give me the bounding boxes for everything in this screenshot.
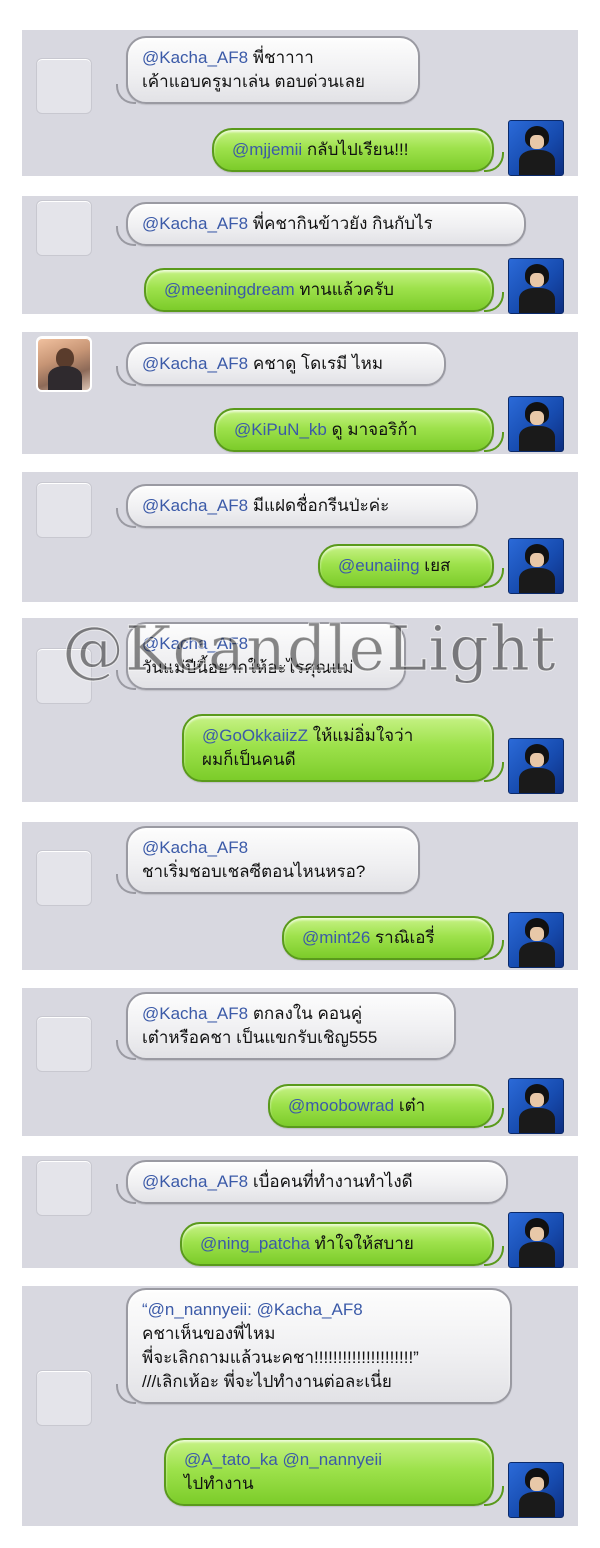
reply-text-line2: ผมก็เป็นคนดี — [202, 750, 296, 769]
question-bubble: @Kacha_AF8 เบื่อคนที่ทำงานทำไงดี — [116, 1160, 508, 1204]
conversation-panel-6: @Kacha_AF8 ชาเริ่มชอบเชลซีตอนไหนหรอ? @mi… — [22, 822, 578, 970]
kacha-avatar — [508, 1212, 564, 1268]
mention[interactable]: @mint26 — [302, 928, 370, 947]
sender-avatar-placeholder — [36, 58, 92, 114]
question-text-line4: ///เลิกเห้อะ พี่จะไปทำงานต่อละเนี่ย — [142, 1372, 392, 1391]
mention[interactable]: @GoOkkaiizZ — [202, 726, 308, 745]
question-text: เบื่อคนที่ทำงานทำไงดี — [252, 1172, 413, 1191]
reply-text: ทำใจให้สบาย — [314, 1234, 414, 1253]
sender-avatar-placeholder — [36, 482, 92, 538]
question-bubble: @Kacha_AF8 พี่คชากินข้าวยัง กินกับไร — [116, 202, 526, 246]
reply-bubble: @mint26 ราณิเอรี่ — [282, 916, 504, 960]
question-bubble: @Kacha_AF8 วันแม่ปีนี้อยากให้อะไรคุณแม่ — [116, 622, 406, 690]
kacha-avatar — [508, 738, 564, 794]
question-text: ตกลงใน คอนคู่ — [252, 1004, 363, 1023]
sender-avatar-placeholder — [36, 1160, 92, 1216]
sender-avatar-placeholder — [36, 1370, 92, 1426]
mention[interactable]: @Kacha_AF8 — [142, 1172, 248, 1191]
kacha-avatar — [508, 396, 564, 452]
reply-text: ทานแล้วครับ — [299, 280, 394, 299]
mention[interactable]: @ning_patcha — [200, 1234, 310, 1253]
kacha-avatar — [508, 1462, 564, 1518]
question-text-line2: เค้าแอบครูมาเล่น ตอบด่วนเลย — [142, 72, 365, 91]
sender-avatar-placeholder — [36, 200, 92, 256]
mention[interactable]: @Kacha_AF8 — [142, 48, 248, 67]
mention[interactable]: @Kacha_AF8 — [142, 214, 248, 233]
conversation-panel-8: @Kacha_AF8 เบื่อคนที่ทำงานทำไงดี @ning_p… — [22, 1156, 578, 1268]
mention[interactable]: @Kacha_AF8 — [142, 634, 248, 653]
conversation-panel-3: @Kacha_AF8 คชาดู โดเรมี ไหม @KiPuN_kb ดู… — [22, 332, 578, 454]
kacha-avatar — [508, 1078, 564, 1134]
sender-avatar-placeholder — [36, 648, 92, 704]
mention[interactable]: @Kacha_AF8 — [142, 496, 248, 515]
reply-bubble: @mjjemii กลับไปเรียน!!! — [212, 128, 504, 172]
question-bubble: @Kacha_AF8 คชาดู โดเรมี ไหม — [116, 342, 446, 386]
question-text: พี่ชาาาา — [252, 48, 314, 67]
mention[interactable]: @meeningdream — [164, 280, 295, 299]
sender-avatar-photo — [36, 336, 92, 392]
question-text-line3: พี่จะเลิกถามแล้วนะคชา!!!!!!!!!!!!!!!!!!!… — [142, 1348, 419, 1367]
sender-avatar-placeholder — [36, 850, 92, 906]
reply-bubble: @GoOkkaiizZ ให้แม่อิ่มใจว่า ผมก็เป็นคนดี — [182, 714, 504, 782]
question-bubble: @Kacha_AF8 มีแฝดชื่อกรีนป่ะค่ะ — [116, 484, 478, 528]
kacha-avatar — [508, 538, 564, 594]
conversation-panel-2: @Kacha_AF8 พี่คชากินข้าวยัง กินกับไร @me… — [22, 196, 578, 314]
kacha-avatar — [508, 120, 564, 176]
mention[interactable]: @KiPuN_kb — [234, 420, 327, 439]
question-text-line2: วันแม่ปีนี้อยากให้อะไรคุณแม่ — [142, 658, 354, 677]
question-text-line2: คชาเห็นของพี่ไหม — [142, 1324, 276, 1343]
reply-text: ให้แม่อิ่มใจว่า — [312, 726, 414, 745]
question-bubble: @Kacha_AF8 ชาเริ่มชอบเชลซีตอนไหนหรอ? — [116, 826, 420, 894]
reply-bubble: @A_tato_ka @n_nannyeii ไปทำงาน — [164, 1438, 504, 1506]
question-text-line2: เต๋าหรือคชา เป็นแขกรับเชิญ555 — [142, 1028, 378, 1047]
mention[interactable]: @moobowrad — [288, 1096, 394, 1115]
mention[interactable]: @eunaiing — [338, 556, 420, 575]
reply-text: กลับไปเรียน!!! — [306, 140, 409, 159]
conversation-panel-7: @Kacha_AF8 ตกลงใน คอนคู่ เต๋าหรือคชา เป็… — [22, 988, 578, 1136]
reply-text: เยส — [424, 556, 451, 575]
reply-bubble: @eunaiing เยส — [318, 544, 504, 588]
reply-text: ราณิเอรี่ — [375, 928, 435, 947]
question-text-line2: ชาเริ่มชอบเชลซีตอนไหนหรอ? — [142, 862, 366, 881]
conversation-panel-4: @Kacha_AF8 มีแฝดชื่อกรีนป่ะค่ะ @eunaiing… — [22, 472, 578, 602]
mention[interactable]: @Kacha_AF8 — [142, 1004, 248, 1023]
kacha-avatar — [508, 258, 564, 314]
question-text: มีแฝดชื่อกรีนป่ะค่ะ — [252, 496, 390, 515]
conversation-panel-5: @Kacha_AF8 วันแม่ปีนี้อยากให้อะไรคุณแม่ … — [22, 618, 578, 802]
reply-bubble: @moobowrad เต๋า — [268, 1084, 504, 1128]
question-bubble: @Kacha_AF8 พี่ชาาาา เค้าแอบครูมาเล่น ตอบ… — [116, 36, 420, 104]
mention[interactable]: @mjjemii — [232, 140, 302, 159]
mention[interactable]: @Kacha_AF8 — [142, 354, 248, 373]
mention[interactable]: “@n_nannyeii: @Kacha_AF8 — [142, 1300, 363, 1319]
mention[interactable]: @Kacha_AF8 — [142, 838, 248, 857]
mention[interactable]: @A_tato_ka @n_nannyeii — [184, 1450, 382, 1469]
reply-bubble: @KiPuN_kb ดู มาจอริก้า — [214, 408, 504, 452]
reply-text-line2: ไปทำงาน — [184, 1474, 254, 1493]
sender-avatar-placeholder — [36, 1016, 92, 1072]
conversation-panel-9: “@n_nannyeii: @Kacha_AF8 คชาเห็นของพี่ไห… — [22, 1286, 578, 1526]
conversation-panel-1: @Kacha_AF8 พี่ชาาาา เค้าแอบครูมาเล่น ตอบ… — [22, 30, 578, 176]
reply-bubble: @meeningdream ทานแล้วครับ — [144, 268, 504, 312]
kacha-avatar — [508, 912, 564, 968]
reply-text: เต๋า — [398, 1096, 426, 1115]
reply-text: ดู มาจอริก้า — [331, 420, 418, 439]
question-bubble: @Kacha_AF8 ตกลงใน คอนคู่ เต๋าหรือคชา เป็… — [116, 992, 456, 1060]
question-bubble: “@n_nannyeii: @Kacha_AF8 คชาเห็นของพี่ไห… — [116, 1288, 512, 1404]
reply-bubble: @ning_patcha ทำใจให้สบาย — [180, 1222, 504, 1266]
question-text: คชาดู โดเรมี ไหม — [252, 354, 384, 373]
question-text: พี่คชากินข้าวยัง กินกับไร — [252, 214, 433, 233]
